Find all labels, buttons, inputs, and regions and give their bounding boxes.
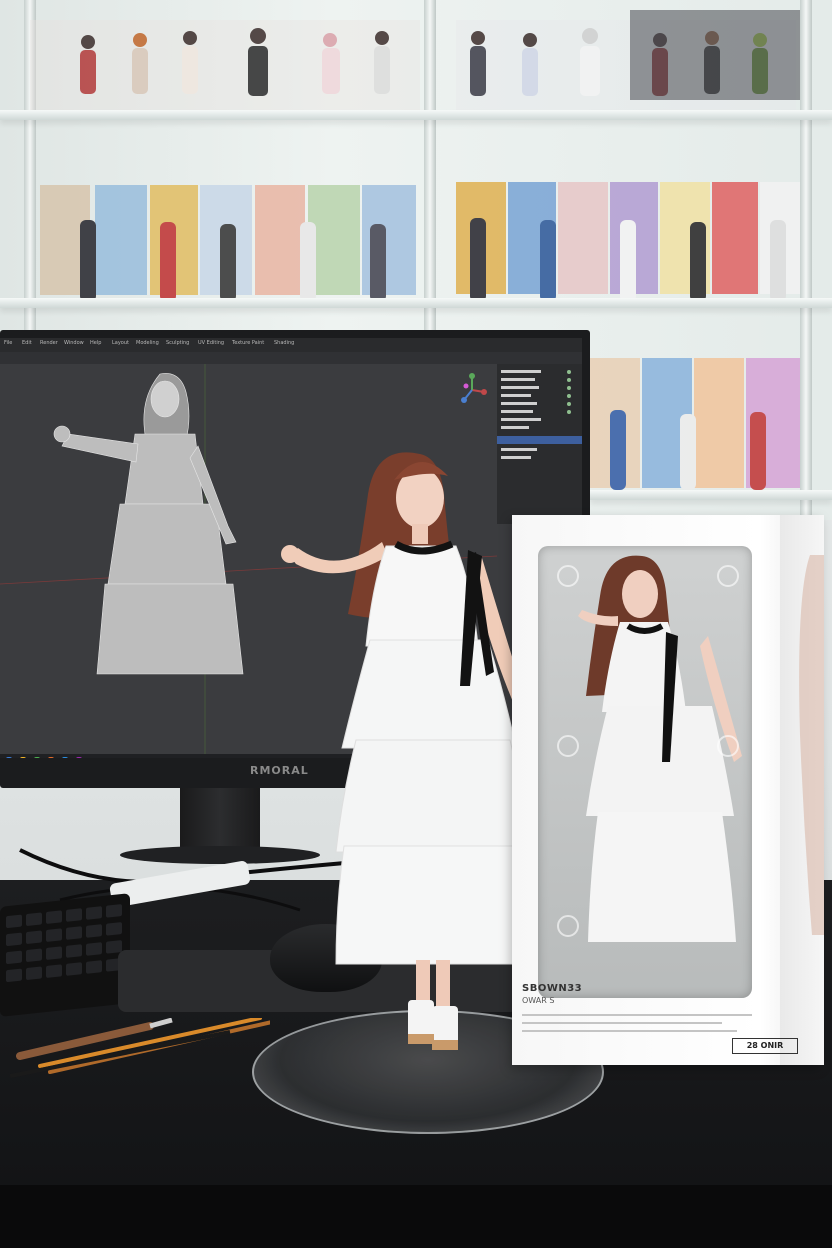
browser-icon[interactable] [62,757,68,758]
box-text-line [522,1022,722,1024]
app-icon[interactable] [76,757,82,758]
tab-modeling[interactable]: Modeling [136,340,159,346]
glass-shelf [0,110,832,120]
menu-edit[interactable]: Edit [22,340,32,346]
box-text-line [522,1014,752,1016]
tab-texture-paint[interactable]: Texture Paint [232,340,264,346]
glass-shelf [0,298,832,308]
menu-window[interactable]: Window [64,340,84,346]
wireframe-model [53,373,244,675]
menu-file[interactable]: File [4,340,12,346]
tab-sculpting[interactable]: Sculpting [166,340,189,346]
menu-render[interactable]: Render [40,340,58,346]
side-art [799,555,824,935]
app-icon[interactable] [34,757,40,758]
photo-scene: File Edit Render Window Help Layout Mode… [0,0,832,1248]
navigation-gizmo[interactable] [452,370,492,410]
box-subtitle: OWAR S [522,996,555,1005]
box-text-line [522,1030,737,1032]
box-side-panel [780,515,824,1065]
app-menubar: File Edit Render Window Help Layout Mode… [0,338,582,352]
paint-brushes [10,1018,270,1078]
blender-icon[interactable] [48,757,54,758]
folder-icon[interactable] [20,757,26,758]
keyboard-keys [6,904,122,983]
box-clear-window [538,546,752,998]
box-code-label: 28 ONIR [732,1038,798,1054]
glass-shelf [590,490,832,500]
boxed-figure [557,555,742,942]
mechanical-keyboard [0,893,130,1017]
start-icon[interactable] [6,757,12,758]
tab-layout[interactable]: Layout [112,340,129,346]
tab-uv-editing[interactable]: UV Editing [198,340,224,346]
desk-edge [0,1185,832,1248]
menu-help[interactable]: Help [90,340,101,346]
box-title: SBOWN33 [522,983,583,994]
tab-shading[interactable]: Shading [274,340,294,346]
viewport-header [0,352,582,364]
